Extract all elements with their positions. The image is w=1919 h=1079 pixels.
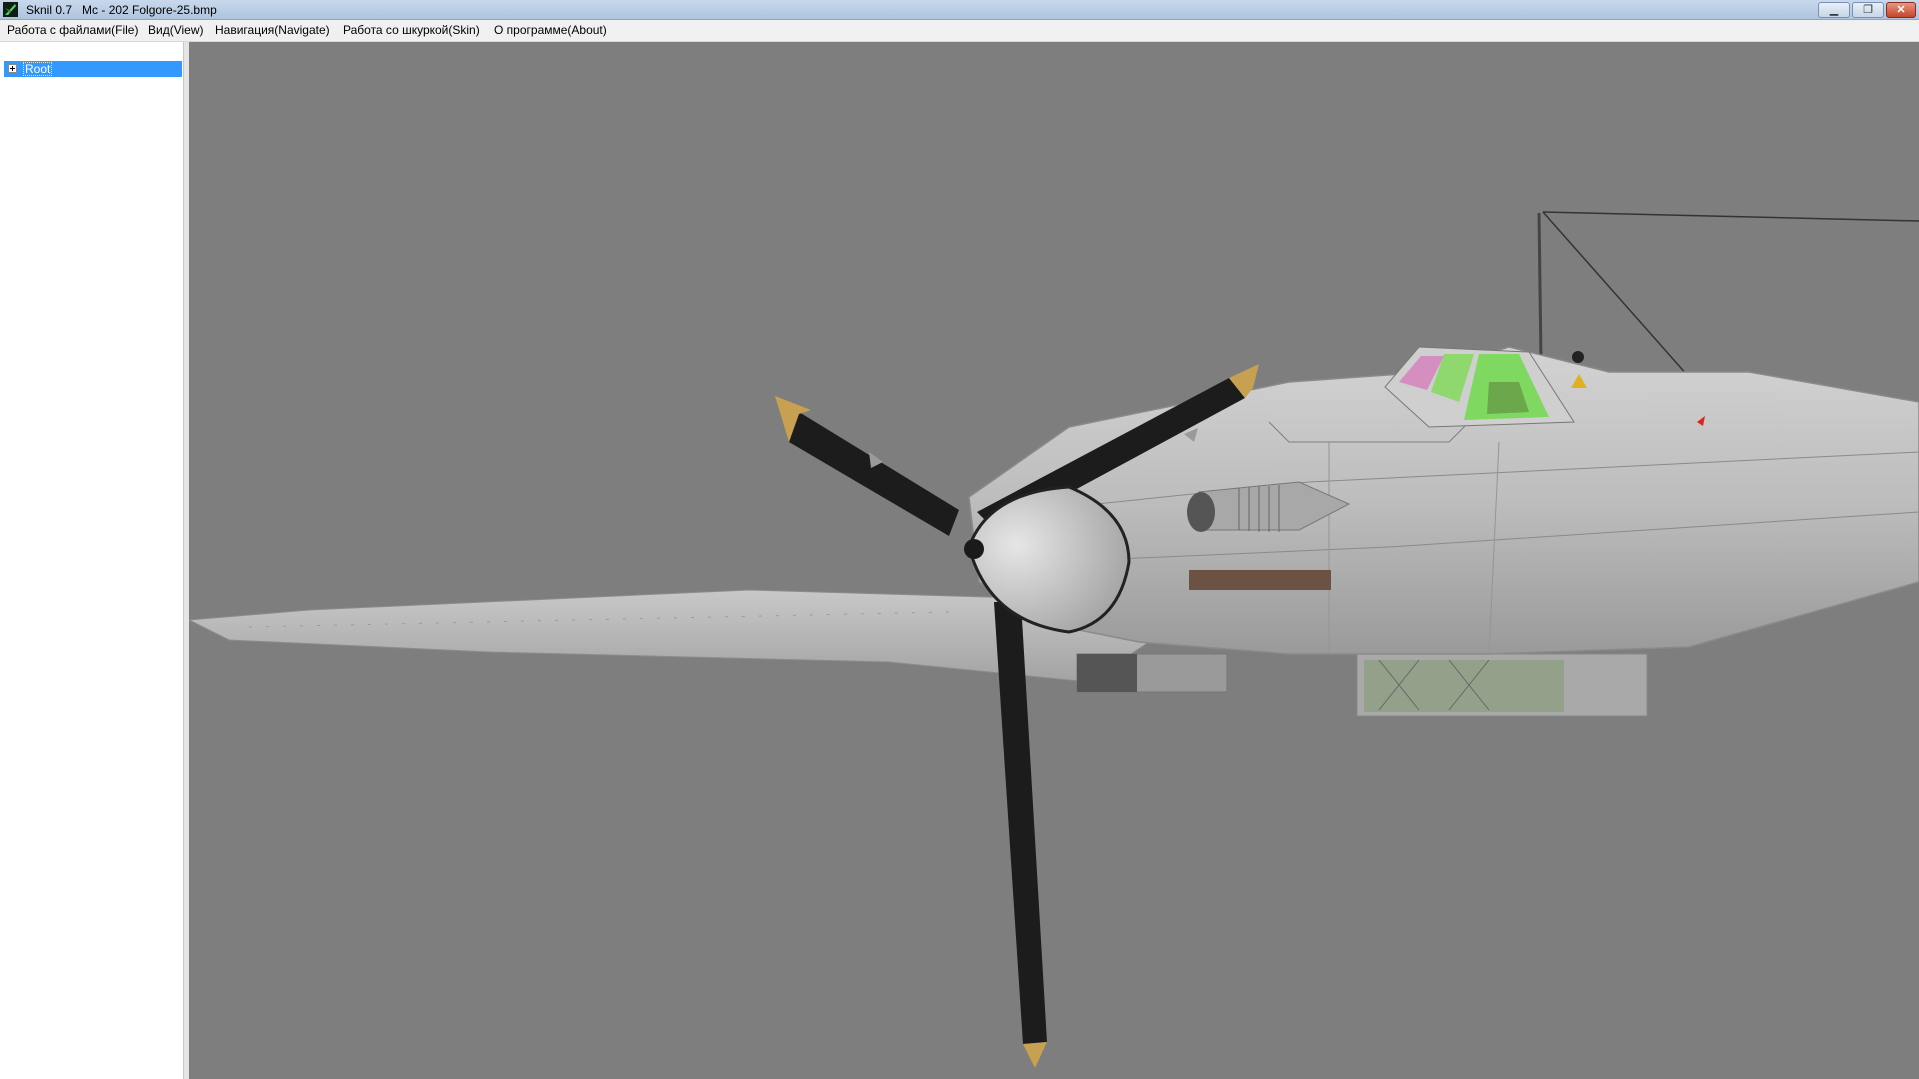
radiator (1356, 653, 1648, 717)
app-icon (3, 2, 18, 17)
close-button[interactable]: ✕ (1886, 2, 1916, 18)
tree-panel[interactable]: Root (0, 42, 190, 1079)
restore-icon: ❐ (1863, 4, 1873, 16)
menu-skin[interactable]: Работа со шкуркой(Skin) (343, 23, 480, 37)
canopy-mirror (1572, 351, 1584, 363)
plus-expander-icon[interactable] (8, 64, 17, 73)
menu-bar: Работа с файлами(File) Вид(View) Навигац… (0, 20, 1919, 42)
minimize-icon: ▁ (1829, 4, 1839, 16)
tree-item-root-label: Root (23, 62, 53, 76)
close-icon: ✕ (1896, 4, 1906, 16)
menu-view[interactable]: Вид(View) (148, 23, 204, 37)
window-title: Sknil 0.7 Mc - 202 Folgore-25.bmp (26, 3, 217, 17)
menu-navigate[interactable]: Навигация(Navigate) (215, 23, 330, 37)
aircraft-render (189, 211, 1919, 1068)
menu-file[interactable]: Работа с файлами(File) (7, 23, 138, 37)
3d-viewport[interactable] (189, 42, 1919, 1079)
title-bar[interactable]: Sknil 0.7 Mc - 202 Folgore-25.bmp ▁ ❐ ✕ (0, 0, 1919, 20)
tree-item-root[interactable]: Root (4, 61, 182, 77)
minimize-button[interactable]: ▁ (1818, 2, 1850, 18)
maximize-button[interactable]: ❐ (1852, 2, 1884, 18)
exhaust-stacks (1189, 570, 1331, 590)
menu-about[interactable]: О программе(About) (494, 23, 607, 37)
